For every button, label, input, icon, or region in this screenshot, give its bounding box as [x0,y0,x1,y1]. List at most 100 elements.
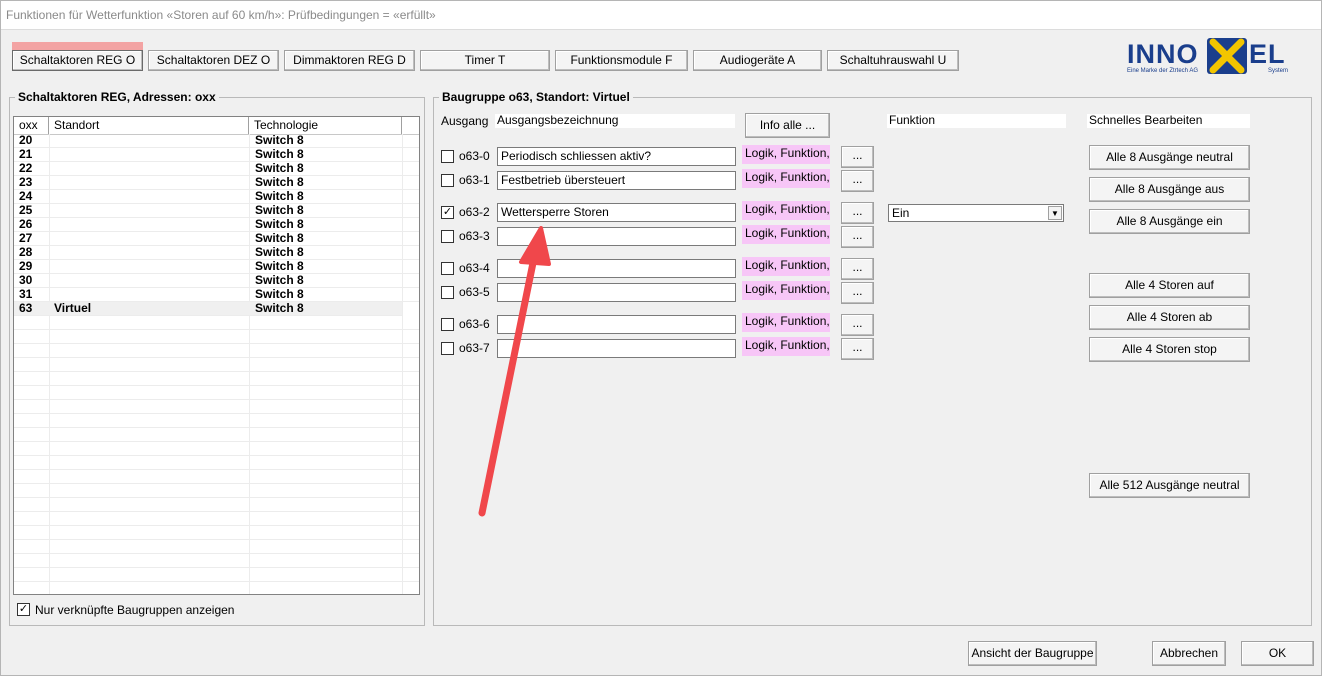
output-name-input[interactable]: Periodisch schliessen aktiv? [497,147,736,166]
cell-tech: Switch 8 [255,301,304,315]
logic-function-link[interactable]: Logik, Funktion, V [742,145,830,164]
tab-timer[interactable]: Timer T [420,50,550,71]
tab-audiogeraete[interactable]: Audiogeräte A [693,50,822,71]
column-header-oxx[interactable]: oxx [14,117,49,134]
cancel-button[interactable]: Abbrechen [1152,641,1226,666]
table-row-selected[interactable]: 63 Virtuel Switch 8 [14,302,402,316]
all-4-blinds-stop-button[interactable]: Alle 4 Storen stop [1089,337,1250,362]
output-details-button[interactable]: ... [841,226,874,248]
innoxel-logo: INNO EL Eine Marke der Ztrtech AG System [1127,38,1307,78]
logo-text-right: EL [1249,39,1286,69]
output-checkbox[interactable] [441,342,454,355]
cell-oxx: 20 [19,133,33,147]
output-details-button[interactable]: ... [841,282,874,304]
logic-function-link[interactable]: Logik, Funktion, V [742,281,830,300]
output-name-input[interactable] [497,259,736,278]
table-row[interactable]: 23 Switch 8 [14,176,419,190]
chevron-down-icon[interactable]: ▼ [1048,206,1062,220]
output-checkbox[interactable] [441,174,454,187]
output-details-button[interactable]: ... [841,170,874,192]
output-details-button[interactable]: ... [841,258,874,280]
column-header-technologie[interactable]: Technologie [249,117,402,134]
cell-tech: Switch 8 [255,287,304,301]
cell-tech: Switch 8 [255,133,304,147]
table-row[interactable]: 21 Switch 8 [14,148,419,162]
output-details-button[interactable]: ... [841,314,874,336]
tab-schaltaktoren-reg[interactable]: Schaltaktoren REG O [12,50,143,71]
output-name-input[interactable] [497,227,736,246]
cell-oxx: 22 [19,161,33,175]
function-select[interactable]: Ein ▼ [888,204,1064,222]
logic-function-link[interactable]: Logik, Funktion, V [742,225,830,244]
all-512-outputs-neutral-button[interactable]: Alle 512 Ausgänge neutral [1089,473,1250,498]
output-checkbox[interactable] [441,150,454,163]
cell-tech: Switch 8 [255,175,304,189]
table-row[interactable]: 28 Switch 8 [14,246,419,260]
view-module-button[interactable]: Ansicht der Baugruppe [968,641,1097,666]
table-row[interactable]: 30 Switch 8 [14,274,419,288]
all-8-outputs-neutral-button[interactable]: Alle 8 Ausgänge neutral [1089,145,1250,170]
table-row[interactable]: 27 Switch 8 [14,232,419,246]
output-details-button[interactable]: ... [841,202,874,224]
logic-function-link[interactable]: Logik, Funktion, V [742,201,830,220]
table-row [14,316,419,330]
output-checkbox[interactable] [441,286,454,299]
logic-function-link[interactable]: Logik, Funktion, V [742,337,830,356]
output-id: o63-2 [459,205,490,219]
table-row[interactable]: 26 Switch 8 [14,218,419,232]
all-8-outputs-on-button[interactable]: Alle 8 Ausgänge ein [1089,209,1250,234]
output-id: o63-0 [459,149,490,163]
table-row[interactable]: 29 Switch 8 [14,260,419,274]
table-row[interactable]: 25 Switch 8 [14,204,419,218]
left-panel-title: Schaltaktoren REG, Adressen: oxx [15,90,219,104]
cell-oxx: 26 [19,217,33,231]
output-details-button[interactable]: ... [841,338,874,360]
output-checkbox-checked[interactable]: ✓ [441,206,454,219]
filter-checkbox[interactable]: ✓ [17,603,30,616]
table-row[interactable]: 24 Switch 8 [14,190,419,204]
output-checkbox[interactable] [441,262,454,275]
tab-schaltuhrauswahl[interactable]: Schaltuhrauswahl U [827,50,959,71]
output-checkbox[interactable] [441,318,454,331]
output-id: o63-6 [459,317,490,331]
table-row[interactable]: 31 Switch 8 [14,288,419,302]
all-8-outputs-off-button[interactable]: Alle 8 Ausgänge aus [1089,177,1250,202]
table-row [14,428,419,442]
cell-tech: Switch 8 [255,231,304,245]
tab-funktionsmodule[interactable]: Funktionsmodule F [555,50,688,71]
module-list[interactable]: oxx Standort Technologie 20 Switch 8 21 Sw… [13,116,420,595]
ok-button[interactable]: OK [1241,641,1314,666]
table-row[interactable]: 20 Switch 8 [14,134,419,148]
cell-oxx: 23 [19,175,33,189]
list-header: oxx Standort Technologie [14,117,419,135]
window-title: Funktionen für Wetterfunktion «Storen au… [6,8,436,22]
logic-function-link[interactable]: Logik, Funktion, V [742,313,830,332]
output-name-input[interactable]: Festbetrieb übersteuert [497,171,736,190]
output-name-input[interactable] [497,315,736,334]
logic-function-link[interactable]: Logik, Funktion, V [742,257,830,276]
logic-function-link[interactable]: Logik, Funktion, V [742,169,830,188]
function-select-value: Ein [892,206,910,220]
info-all-button[interactable]: Info alle ... [745,113,830,138]
table-row [14,568,419,582]
table-row [14,400,419,414]
cell-oxx: 24 [19,189,33,203]
all-4-blinds-down-button[interactable]: Alle 4 Storen ab [1089,305,1250,330]
tab-dimmaktoren-reg[interactable]: Dimmaktoren REG D [284,50,415,71]
table-row[interactable]: 22 Switch 8 [14,162,419,176]
cell-oxx: 25 [19,203,33,217]
output-id: o63-4 [459,261,490,275]
output-checkbox[interactable] [441,230,454,243]
output-name-input[interactable] [497,283,736,302]
col-label-bezeichnung: Ausgangsbezeichnung [495,114,735,128]
output-details-button[interactable]: ... [841,146,874,168]
output-name-input[interactable] [497,339,736,358]
filter-label: Nur verknüpfte Baugruppen anzeigen [35,603,235,617]
column-header-standort[interactable]: Standort [49,117,249,134]
all-4-blinds-up-button[interactable]: Alle 4 Storen auf [1089,273,1250,298]
cell-tech: Switch 8 [255,161,304,175]
tab-schaltaktoren-dez[interactable]: Schaltaktoren DEZ O [148,50,279,71]
table-row [14,470,419,484]
table-row [14,414,419,428]
output-name-input[interactable]: Wettersperre Storen [497,203,736,222]
